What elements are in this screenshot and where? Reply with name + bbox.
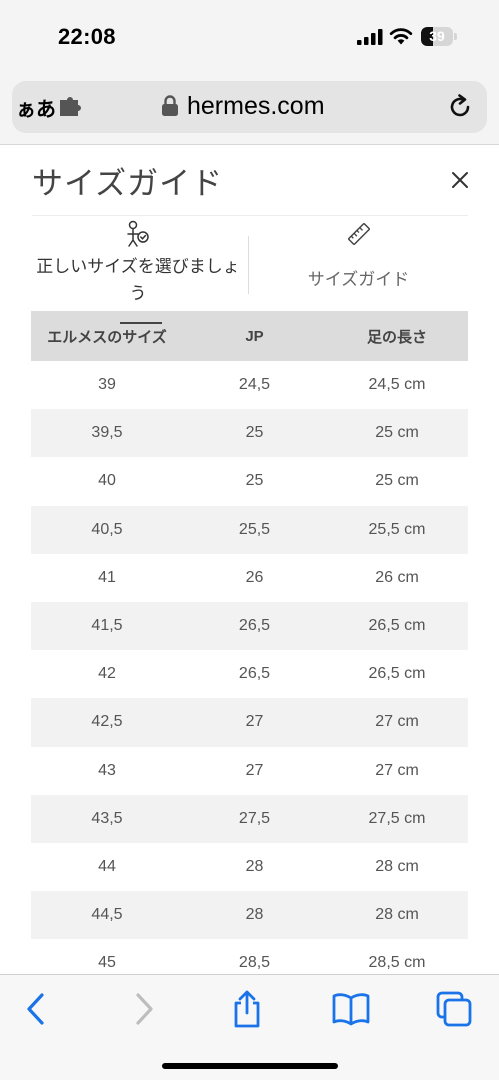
forward-icon: [136, 993, 153, 1025]
table-row: 39 24,5 24,5 cm: [31, 361, 468, 409]
table-row: 42,5 27 27 cm: [31, 698, 468, 747]
size-table: エルメスのサイズ JP 足の長さ 39 24,5 24,5 cm 39,5 25…: [31, 311, 468, 987]
header-scroll-indicator: [120, 322, 162, 324]
cell-foot-length: 25 cm: [375, 472, 419, 490]
column-header-foot-length: 足の長さ: [326, 311, 468, 361]
cell-foot-length: 27 cm: [326, 698, 468, 747]
cell-foot-length: 28 cm: [375, 857, 419, 875]
wifi-icon: [389, 28, 413, 45]
cell-foot-length: 25,5 cm: [326, 505, 468, 554]
table-row: 39,5 25 25 cm: [31, 409, 468, 458]
table-row: 40 25 25 cm: [31, 457, 468, 505]
cell-foot-length: 28 cm: [326, 891, 468, 940]
cell-foot-length: 24,5 cm: [368, 376, 426, 394]
column-header-hermes-size: エルメスのサイズ: [31, 311, 183, 361]
cell-foot-length: 26 cm: [375, 568, 419, 586]
cell-hermes-size: 44,5: [31, 891, 183, 940]
cell-hermes-size: 40: [98, 472, 116, 490]
table-row: 43 27 27 cm: [31, 747, 468, 795]
cell-jp: 28: [245, 857, 264, 875]
bookmarks-button[interactable]: [329, 989, 373, 1029]
cellular-signal-icon: [357, 29, 383, 45]
column-header-jp: JP: [183, 311, 326, 361]
cell-jp: 25: [245, 472, 264, 490]
cell-jp: 27,5: [183, 794, 326, 843]
table-header-row: エルメスのサイズ JP 足の長さ: [31, 311, 468, 361]
close-icon[interactable]: [450, 170, 470, 190]
reload-icon[interactable]: [446, 93, 474, 121]
cell-jp: 27: [183, 698, 326, 747]
header-divider: [32, 215, 468, 216]
address-bar[interactable]: ぁあ hermes.com: [12, 81, 487, 133]
cell-hermes-size: 41: [98, 568, 116, 586]
share-icon: [234, 990, 260, 1028]
table-row: 44,5 28 28 cm: [31, 891, 468, 940]
status-time: 22:08: [58, 24, 116, 49]
table-row: 40,5 25,5 25,5 cm: [31, 505, 468, 554]
cell-jp: 25: [183, 409, 326, 458]
tab-find-size[interactable]: 正しいサイズを選びましょう: [28, 220, 248, 307]
cell-hermes-size: 39,5: [31, 409, 183, 458]
lock-icon: [162, 95, 178, 116]
cell-foot-length: 27 cm: [375, 761, 419, 779]
share-button[interactable]: [225, 989, 269, 1029]
table-row: 44 28 28 cm: [31, 843, 468, 891]
cell-hermes-size: 41,5: [31, 601, 183, 651]
bookmarks-icon: [332, 993, 370, 1026]
battery-icon: 39: [421, 27, 457, 46]
cell-hermes-size: 42,5: [31, 698, 183, 747]
status-bar: 22:08 39: [0, 0, 499, 75]
ruler-icon: [347, 223, 370, 245]
tab-separator: [248, 236, 249, 294]
tab-find-size-label: 正しいサイズを選びましょう: [36, 257, 240, 303]
cell-hermes-size: 44: [98, 857, 116, 875]
cell-hermes-size: 43,5: [31, 794, 183, 843]
cell-hermes-size: 39: [98, 376, 116, 394]
tabs-button[interactable]: [432, 989, 476, 1029]
table-row: 42 26,5 26,5 cm: [31, 650, 468, 698]
cell-jp: 28: [183, 891, 326, 940]
browser-address-area: ぁあ hermes.com: [0, 75, 499, 145]
home-indicator: [162, 1063, 338, 1069]
extension-puzzle-icon: [60, 97, 81, 116]
cell-jp: 25,5: [183, 505, 326, 554]
page-settings-button[interactable]: ぁあ: [16, 91, 84, 123]
table-row: 43,5 27,5 27,5 cm: [31, 794, 468, 843]
cell-hermes-size: 43: [98, 761, 116, 779]
table-row: 41,5 26,5 26,5 cm: [31, 601, 468, 651]
cell-jp: 26: [245, 568, 264, 586]
cell-jp: 26,5: [183, 601, 326, 651]
back-icon: [27, 993, 44, 1025]
cell-foot-length: 26,5 cm: [368, 665, 426, 683]
cell-hermes-size: 40,5: [31, 505, 183, 554]
tab-size-guide-label: サイズガイド: [307, 270, 410, 289]
cell-jp: 24,5: [238, 376, 271, 394]
modal-title: サイズガイド: [32, 166, 224, 201]
cell-foot-length: 25 cm: [326, 409, 468, 458]
cell-jp: 26,5: [238, 665, 271, 683]
person-check-icon: [127, 220, 149, 247]
forward-button[interactable]: [122, 989, 166, 1029]
url-text: hermes.com: [187, 92, 325, 120]
tabs-icon: [436, 991, 472, 1027]
aa-label: ぁあ: [16, 98, 56, 121]
battery-level: 39: [429, 28, 445, 44]
cell-foot-length: 27,5 cm: [326, 794, 468, 843]
back-button[interactable]: [14, 989, 58, 1029]
tab-size-guide[interactable]: サイズガイド: [250, 220, 467, 293]
table-row: 41 26 26 cm: [31, 554, 468, 602]
cell-foot-length: 26,5 cm: [326, 601, 468, 651]
cell-hermes-size: 42: [98, 665, 116, 683]
cell-jp: 27: [245, 761, 264, 779]
